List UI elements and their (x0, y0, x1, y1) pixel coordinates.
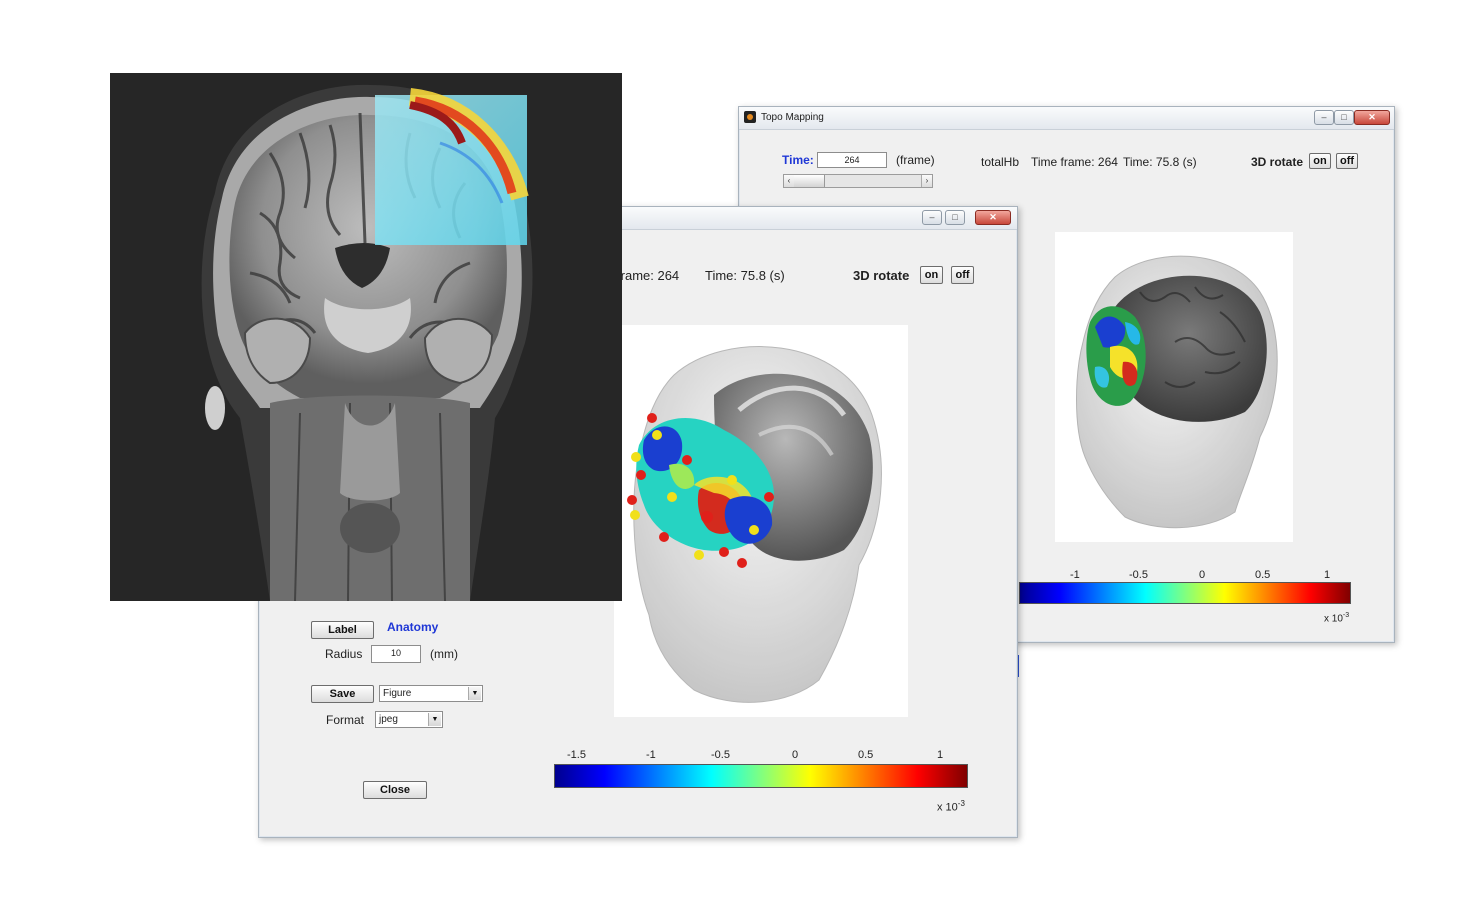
slider-thumb[interactable] (794, 175, 825, 187)
save-button[interactable]: Save (311, 685, 374, 703)
rotate-off-button[interactable]: off (951, 266, 974, 284)
time-label: Time: (782, 153, 814, 167)
window-title: Topo Mapping (761, 112, 824, 123)
time-unit: (frame) (896, 153, 935, 167)
signal-label: totalHb (981, 155, 1020, 169)
rotate-on-button[interactable]: on (920, 266, 943, 284)
colorbar-exponent: x 10-3 (1324, 612, 1350, 625)
colorbar-tick: -0.5 (1129, 569, 1148, 581)
anatomy-label: Anatomy (387, 620, 439, 634)
radius-input[interactable]: 10 (371, 645, 421, 663)
close-icon[interactable]: ✕ (975, 210, 1011, 225)
head-brain-render (1076, 255, 1278, 529)
topo-3d-view[interactable] (614, 325, 908, 717)
minimize-icon[interactable]: – (922, 210, 942, 225)
colorbar-exponent: x 10-3 (937, 799, 965, 814)
colorbar-back (1019, 582, 1351, 604)
minimize-icon[interactable]: – (1314, 110, 1334, 125)
mri-slice-image (201, 84, 533, 601)
colorbar-tick: -1.5 (567, 749, 586, 761)
time-frame-readout: Time frame: 264 (1031, 155, 1118, 169)
maximize-icon[interactable]: □ (945, 210, 965, 225)
close-button[interactable]: Close (363, 781, 427, 799)
rotate-label: 3D rotate (853, 268, 910, 283)
radius-unit: (mm) (430, 647, 458, 661)
format-select[interactable]: jpeg ▼ (375, 711, 443, 728)
close-icon[interactable]: ✕ (1354, 110, 1390, 125)
colorbar-tick: 1 (1324, 569, 1331, 581)
colorbar-tick: 0 (792, 749, 799, 761)
time-slider[interactable]: ‹ › (783, 174, 933, 188)
format-label: Format (326, 713, 365, 727)
colorbar-tick: -1 (1070, 569, 1080, 581)
time-seconds-readout: Time: 75.8 (s) (1123, 155, 1197, 169)
maximize-icon[interactable]: □ (1334, 110, 1354, 125)
radius-label: Radius (325, 647, 363, 661)
colorbar-tick: -1 (646, 749, 656, 761)
time-seconds-readout: Time: 75.8 (s) (705, 268, 785, 283)
colorbar-tick: 0.5 (858, 749, 874, 761)
colorbar-tick: -0.5 (711, 749, 730, 761)
colorbar-tick: 0 (1199, 569, 1206, 581)
rotate-label: 3D rotate (1251, 155, 1304, 169)
matlab-icon (744, 111, 756, 123)
rotate-off-button[interactable]: off (1336, 153, 1358, 169)
save-type-select[interactable]: Figure ▼ (379, 685, 483, 702)
head-optode-render (627, 346, 882, 703)
topo-3d-view[interactable] (1055, 232, 1293, 542)
chevron-down-icon[interactable]: ▼ (428, 713, 441, 726)
colorbar-front (554, 764, 968, 788)
rotate-on-button[interactable]: on (1309, 153, 1331, 169)
title-bar[interactable]: Topo Mapping – □ ✕ (739, 107, 1394, 130)
time-input[interactable]: 264 (817, 152, 887, 168)
colorbar-tick: 1 (937, 749, 944, 761)
label-button[interactable]: Label (311, 621, 374, 639)
slider-right-arrow-icon[interactable]: › (921, 175, 932, 187)
chevron-down-icon[interactable]: ▼ (468, 687, 481, 700)
mri-coronal-view (110, 73, 622, 601)
colorbar-tick: 0.5 (1255, 569, 1271, 581)
